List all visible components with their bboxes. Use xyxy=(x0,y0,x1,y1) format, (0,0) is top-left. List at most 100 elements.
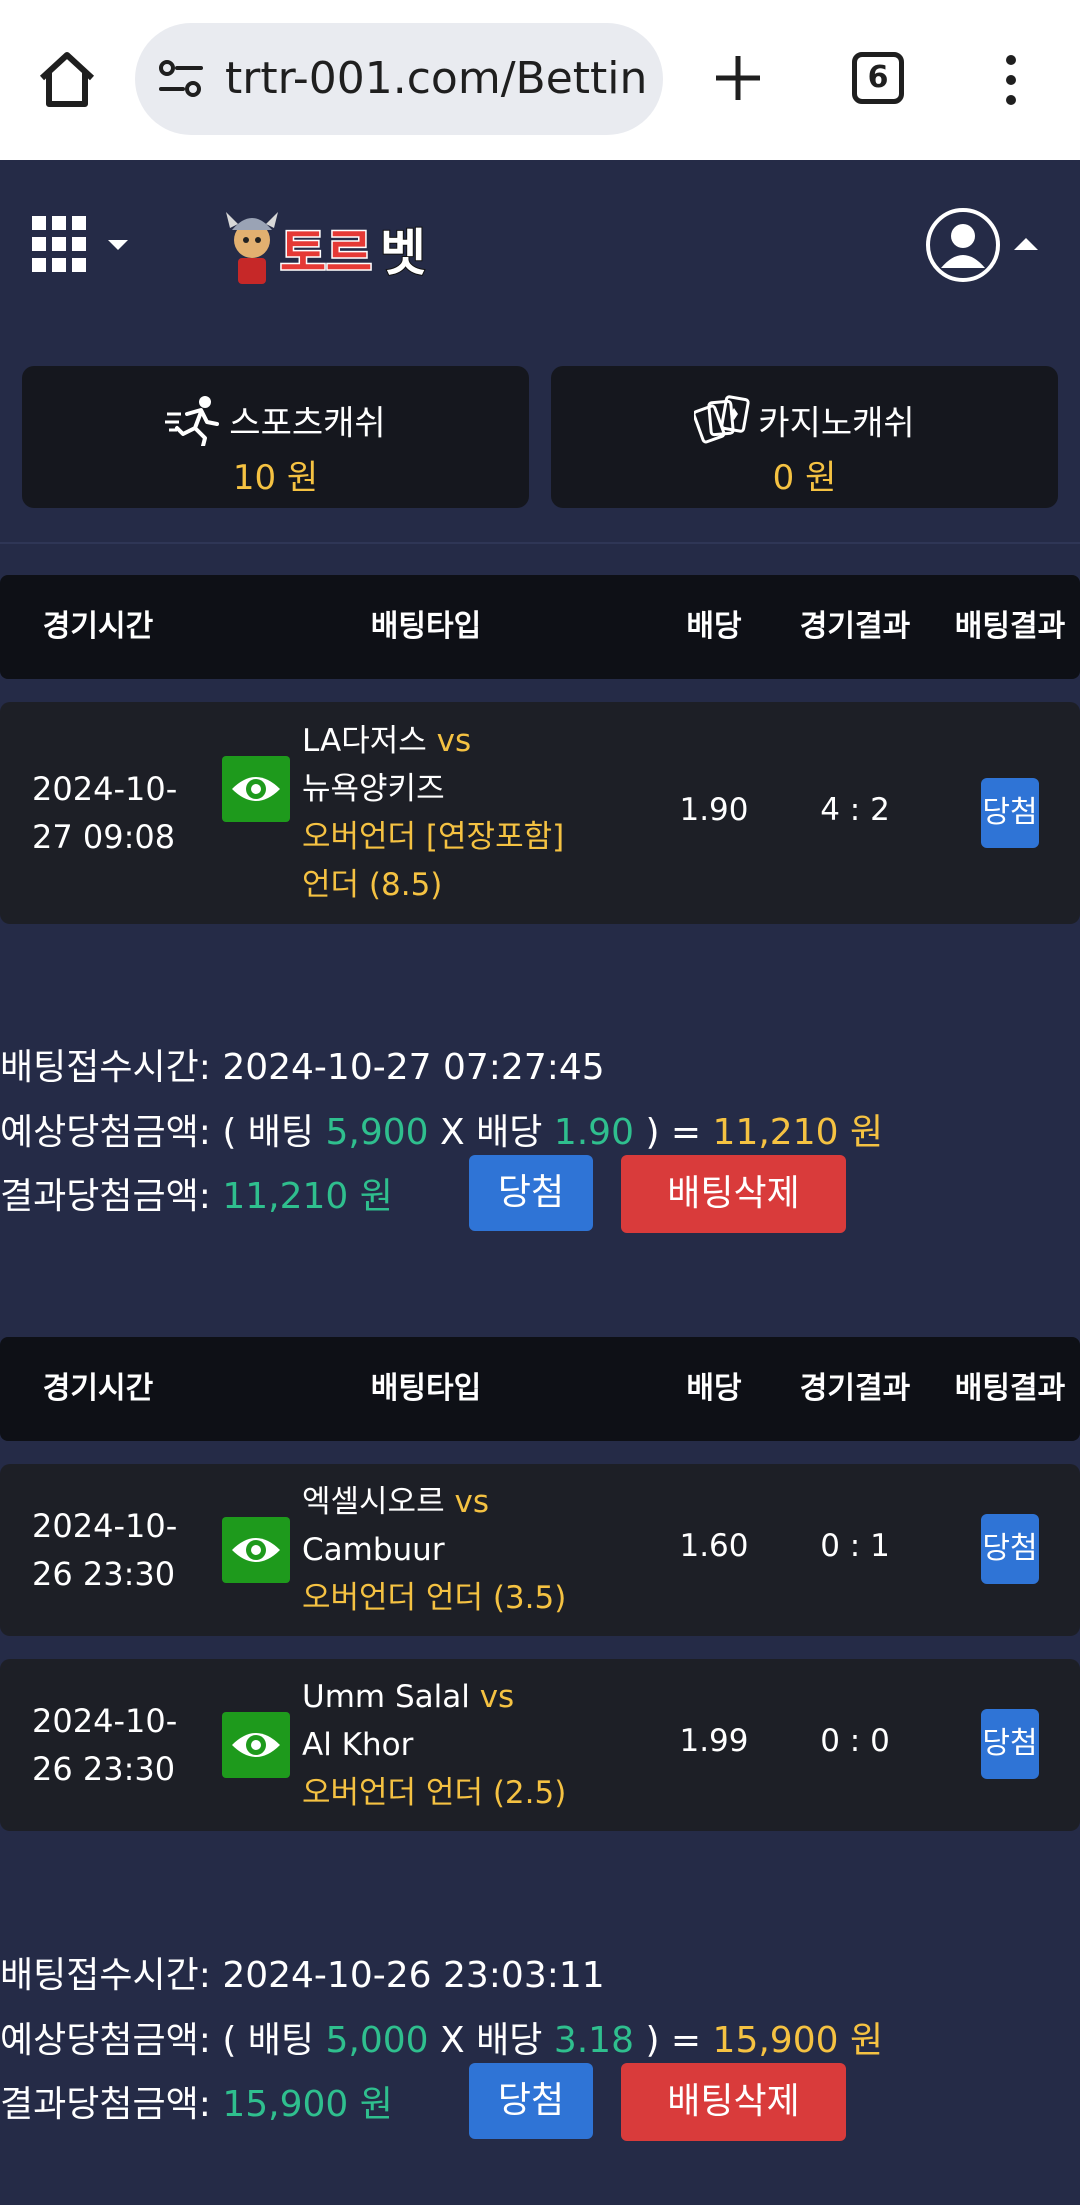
odds-prefix: X 배당 xyxy=(440,2020,543,2061)
odds-value: 1.99 xyxy=(679,1723,749,1759)
stake-prefix: ( 배팅 xyxy=(222,1112,315,1153)
vs-label: vs xyxy=(479,1679,515,1715)
home-team: 엑셀시오르 xyxy=(302,1484,445,1520)
total-odds: 1.90 xyxy=(553,1112,634,1153)
table-header: 경기시간 배팅타입 배당 경기결과 배팅결과 xyxy=(0,575,1080,679)
new-tab-icon[interactable] xyxy=(710,50,766,106)
game-score: 0 : 0 xyxy=(820,1723,890,1759)
more-menu-icon[interactable] xyxy=(998,52,1024,108)
win-button[interactable]: 당첨 xyxy=(469,1155,593,1231)
view-details-button[interactable] xyxy=(222,756,290,822)
stake-prefix: ( 배팅 xyxy=(222,2020,315,2061)
match-time: 2024-10- 27 09:08 xyxy=(32,770,178,856)
casino-cash-value: 0 원 xyxy=(772,458,837,498)
home-team: LA다저스 xyxy=(302,723,427,759)
browser-toolbar: trtr-001.com/Betting 6 xyxy=(0,0,1080,160)
col-header-game-result: 경기결과 xyxy=(799,1371,911,1406)
expected-label: 예상당첨금액: xyxy=(0,2020,211,2061)
bet-type: LA다저스 vs 뉴욕양키즈 오버언더 [연장포함] 언더 (8.5) xyxy=(302,717,662,909)
equals-sign: ) = xyxy=(645,2020,702,2061)
bet-result-badge: 당첨 xyxy=(981,1709,1039,1779)
sports-cash-box: 스포츠캐쉬 10 원 xyxy=(22,366,529,508)
sports-cash-label: 스포츠캐쉬 xyxy=(229,403,386,444)
table-row: 2024-10- 26 23:30 엑셀시오르 vs Cambuur 오버언더 … xyxy=(0,1464,1080,1636)
delete-bet-button[interactable]: 배팅삭제 xyxy=(621,2063,846,2141)
bet-type: 엑셀시오르 vs Cambuur 오버언더 언더 (3.5) xyxy=(302,1478,662,1622)
odds-value: 1.90 xyxy=(679,792,749,828)
bet-market: 오버언더 언더 (3.5) xyxy=(302,1580,567,1616)
match-time: 2024-10- 26 23:30 xyxy=(32,1702,178,1788)
playing-cards-icon xyxy=(692,394,750,446)
col-header-time: 경기시간 xyxy=(42,1371,154,1406)
game-score: 4 : 2 xyxy=(820,792,890,828)
delete-bet-button[interactable]: 배팅삭제 xyxy=(621,1155,846,1233)
total-odds: 3.18 xyxy=(553,2020,634,2061)
game-score: 0 : 1 xyxy=(820,1528,890,1564)
eye-icon xyxy=(232,1733,280,1757)
bet-result-badge: 당첨 xyxy=(981,1514,1039,1584)
site-logo[interactable]: 토르 벳 xyxy=(226,204,436,290)
result-amount: 15,900 원 xyxy=(222,2084,393,2125)
divider xyxy=(0,542,1080,544)
result-amount-line: 결과당첨금액: 15,900 원 xyxy=(0,2075,393,2127)
col-header-game-result: 경기결과 xyxy=(799,609,911,644)
table-row: 2024-10- 26 23:30 Umm Salal vs Al Khor 오… xyxy=(0,1659,1080,1831)
bet-time-line: 배팅접수시간: 2024-10-27 07:27:45 xyxy=(0,1038,605,1090)
bet-time-label: 배팅접수시간: xyxy=(0,1047,211,1088)
result-amount: 11,210 원 xyxy=(222,1176,393,1217)
eye-icon xyxy=(232,777,280,801)
sports-cash-value: 10 원 xyxy=(232,458,319,498)
table-row: 2024-10- 27 09:08 LA다저스 vs 뉴욕양키즈 오버언더 [연… xyxy=(0,702,1080,924)
away-team: Cambuur xyxy=(302,1532,445,1568)
svg-text:벳: 벳 xyxy=(380,224,426,282)
match-time: 2024-10- 26 23:30 xyxy=(32,1507,178,1593)
tab-switcher-button[interactable]: 6 xyxy=(852,52,904,104)
odds-value: 1.60 xyxy=(679,1528,749,1564)
grid-menu-icon[interactable] xyxy=(32,216,136,274)
result-amount-line: 결과당첨금액: 11,210 원 xyxy=(0,1167,393,1219)
col-header-odds: 배당 xyxy=(686,1371,742,1406)
bet-time-value: 2024-10-26 23:03:11 xyxy=(222,1955,605,1996)
col-header-bet-result: 배팅결과 xyxy=(954,609,1066,644)
user-menu-button[interactable] xyxy=(926,206,1041,284)
col-header-type: 배팅타입 xyxy=(370,1371,482,1406)
eye-icon xyxy=(232,1538,280,1562)
vs-label: vs xyxy=(436,723,472,759)
win-button[interactable]: 당첨 xyxy=(469,2063,593,2139)
vs-label: vs xyxy=(454,1484,489,1520)
away-team: 뉴욕양키즈 xyxy=(302,771,445,807)
bet-market: 오버언더 언더 (2.5) xyxy=(302,1775,567,1811)
bet-selection: 언더 (8.5) xyxy=(302,867,443,903)
expected-amount-line: 예상당첨금액: ( 배팅 5,900 X 배당 1.90 ) = 11,210 … xyxy=(0,1103,883,1155)
casino-cash-label: 카지노캐쉬 xyxy=(758,403,915,444)
address-bar[interactable]: trtr-001.com/Betting xyxy=(135,23,663,135)
away-team: Al Khor xyxy=(302,1727,414,1763)
casino-cash-box: 카지노캐쉬 0 원 xyxy=(551,366,1058,508)
table-header: 경기시간 배팅타입 배당 경기결과 배팅결과 xyxy=(0,1337,1080,1441)
bet-type: Umm Salal vs Al Khor 오버언더 언더 (2.5) xyxy=(302,1673,662,1817)
col-header-bet-result: 배팅결과 xyxy=(954,1371,1066,1406)
expected-amount: 15,900 원 xyxy=(712,2020,884,2061)
running-person-icon xyxy=(165,394,221,448)
expected-amount: 11,210 원 xyxy=(712,1112,884,1153)
expected-label: 예상당첨금액: xyxy=(0,1112,211,1153)
url-text: trtr-001.com/Betting xyxy=(225,53,645,104)
view-details-button[interactable] xyxy=(222,1517,290,1583)
odds-prefix: X 배당 xyxy=(440,1112,543,1153)
expected-amount-line: 예상당첨금액: ( 배팅 5,000 X 배당 3.18 ) = 15,900 … xyxy=(0,2011,883,2063)
stake-amount: 5,900 xyxy=(325,1112,429,1153)
bet-time-value: 2024-10-27 07:27:45 xyxy=(222,1047,605,1088)
home-icon[interactable] xyxy=(34,46,100,112)
bet-time-label: 배팅접수시간: xyxy=(0,1955,211,1996)
col-header-time: 경기시간 xyxy=(42,609,154,644)
stake-amount: 5,000 xyxy=(325,2020,429,2061)
result-label: 결과당첨금액: xyxy=(0,2084,211,2125)
view-details-button[interactable] xyxy=(222,1712,290,1778)
bet-market: 오버언더 [연장포함] xyxy=(302,819,565,855)
col-header-type: 배팅타입 xyxy=(370,609,482,644)
result-label: 결과당첨금액: xyxy=(0,1176,211,1217)
bet-time-line: 배팅접수시간: 2024-10-26 23:03:11 xyxy=(0,1946,605,1998)
home-team: Umm Salal xyxy=(302,1679,470,1715)
svg-text:토르: 토르 xyxy=(280,224,372,282)
site-settings-icon[interactable] xyxy=(157,59,207,99)
